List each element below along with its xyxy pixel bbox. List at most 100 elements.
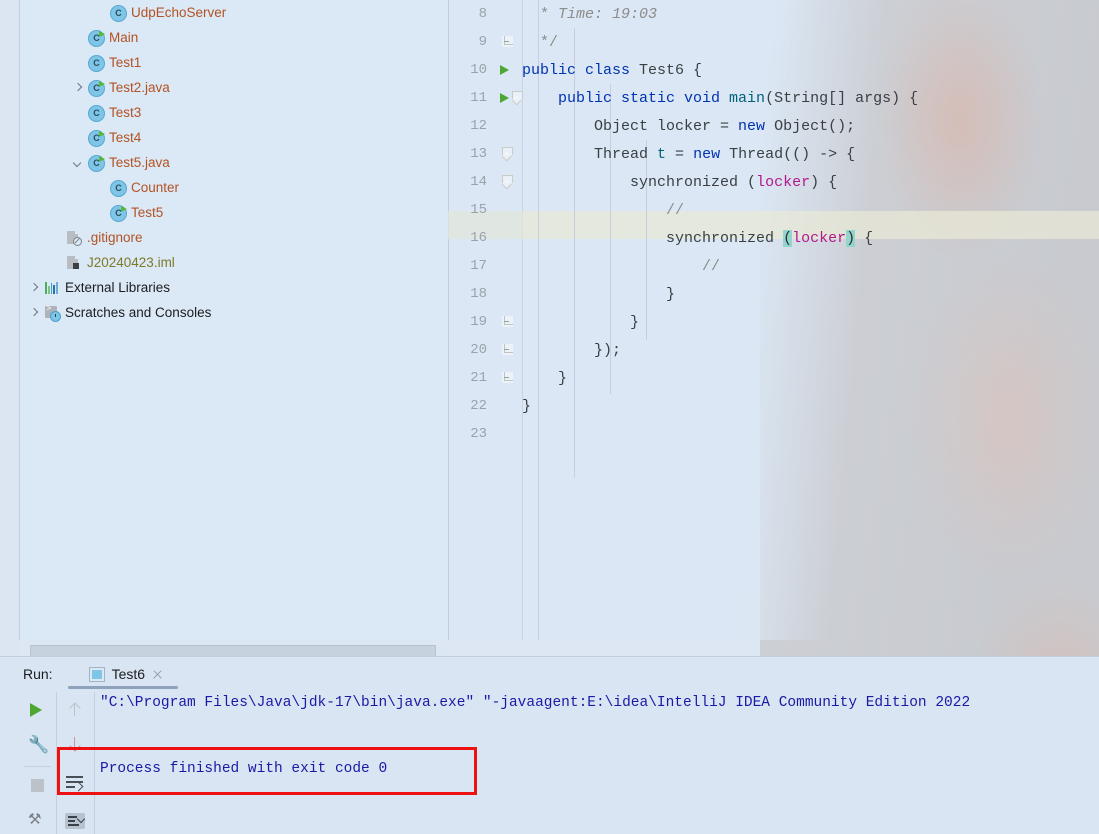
tree-item-test5[interactable]: C Test5 bbox=[19, 200, 448, 225]
line-number: 8 bbox=[478, 6, 487, 22]
tree-item-udpechoserver[interactable]: C UdpEchoServer bbox=[19, 0, 448, 25]
tree-item-label: Test2.java bbox=[109, 79, 170, 95]
next-occurrence-button[interactable] bbox=[56, 727, 93, 762]
gutter-cell[interactable] bbox=[490, 196, 522, 224]
run-panel-header: Run: Test6 bbox=[0, 659, 167, 689]
tree-item-test4[interactable]: C Test4 bbox=[19, 125, 448, 150]
fold-end-icon[interactable] bbox=[502, 36, 513, 47]
tree-item-label: Scratches and Consoles bbox=[65, 304, 212, 320]
code-line-11[interactable]: 11 public static void main(String[] args… bbox=[448, 84, 1099, 112]
code-line-19[interactable]: 19 } bbox=[448, 308, 1099, 336]
class-icon: C bbox=[109, 179, 127, 197]
run-tool-window[interactable]: Run: Test6 🔧 ⚒ "C:\Program Files\Java\jd… bbox=[0, 656, 1099, 834]
gutter-cell[interactable] bbox=[490, 280, 522, 308]
fold-collapse-icon[interactable] bbox=[512, 91, 523, 104]
code-line-9[interactable]: 9 */ bbox=[448, 28, 1099, 56]
code-line-12[interactable]: 12 Object locker = new Object(); bbox=[448, 112, 1099, 140]
code-line-21[interactable]: 21 } bbox=[448, 364, 1099, 392]
class-icon: C bbox=[87, 79, 105, 97]
line-number: 22 bbox=[470, 398, 487, 414]
tree-item-scratches-and-consoles[interactable]: Scratches and Consoles bbox=[19, 300, 448, 325]
tree-item-test5-java[interactable]: C Test5.java bbox=[19, 150, 448, 175]
class-icon: C bbox=[87, 54, 105, 72]
project-tree-panel[interactable]: C UdpEchoServer C Main C Test1 C Test2.java C Tes… bbox=[19, 0, 448, 640]
line-number: 9 bbox=[478, 34, 487, 50]
run-settings-button[interactable]: 🔧 bbox=[19, 727, 56, 762]
tree-item-label: Test5 bbox=[131, 204, 164, 220]
run-tab-test6[interactable]: Test6 bbox=[85, 663, 167, 685]
class-glyph: C bbox=[110, 5, 127, 22]
code-line-16[interactable]: 16 synchronized (locker) { bbox=[448, 224, 1099, 252]
gitignore-file-icon bbox=[65, 229, 82, 246]
run-tab-active-indicator bbox=[68, 686, 178, 689]
soft-wrap-button[interactable] bbox=[56, 765, 93, 800]
tree-item-main[interactable]: C Main bbox=[19, 25, 448, 50]
code-line-8[interactable]: 8 * Time: 19:03 bbox=[448, 0, 1099, 28]
gutter-cell[interactable] bbox=[490, 28, 522, 56]
chevron-right-icon[interactable] bbox=[27, 281, 41, 295]
iml-file-icon bbox=[65, 254, 82, 271]
gutter-cell[interactable] bbox=[490, 392, 522, 420]
code-line-18[interactable]: 18 } bbox=[448, 280, 1099, 308]
chevron-down-icon[interactable] bbox=[71, 156, 85, 170]
class-glyph: C bbox=[88, 55, 105, 72]
code-line-17[interactable]: 17 // bbox=[448, 252, 1099, 280]
code-text: // bbox=[666, 201, 685, 219]
code-line-14[interactable]: 14 synchronized (locker) { bbox=[448, 168, 1099, 196]
run-gutter-icon[interactable] bbox=[500, 93, 509, 103]
fold-collapse-icon[interactable] bbox=[502, 175, 513, 188]
tree-item-test1[interactable]: C Test1 bbox=[19, 50, 448, 75]
debug-button[interactable]: ⚒ bbox=[19, 802, 56, 834]
code-text: synchronized (locker) { bbox=[666, 229, 874, 247]
tree-item-test2-java[interactable]: C Test2.java bbox=[19, 75, 448, 100]
code-line-22[interactable]: 22} bbox=[448, 392, 1099, 420]
gutter-cell[interactable] bbox=[490, 140, 522, 168]
run-gutter-icon[interactable] bbox=[500, 65, 509, 75]
fold-end-icon[interactable] bbox=[502, 372, 513, 383]
gutter-cell[interactable] bbox=[490, 364, 522, 392]
gutter-cell[interactable] bbox=[490, 308, 522, 336]
tree-item-label: Test4 bbox=[109, 129, 142, 145]
tree-item-j20240423-iml[interactable]: J20240423.iml bbox=[19, 250, 448, 275]
gutter-cell[interactable] bbox=[490, 420, 522, 448]
code-text: Object locker = new Object(); bbox=[594, 117, 856, 135]
close-icon[interactable] bbox=[152, 669, 163, 680]
code-line-23[interactable]: 23 bbox=[448, 420, 1099, 448]
code-text: synchronized (locker) { bbox=[630, 173, 838, 191]
tree-item-external-libraries[interactable]: External Libraries bbox=[19, 275, 448, 300]
tree-item--gitignore[interactable]: .gitignore bbox=[19, 225, 448, 250]
code-line-20[interactable]: 20 }); bbox=[448, 336, 1099, 364]
gutter-cell[interactable] bbox=[490, 0, 522, 28]
gutter-cell[interactable] bbox=[490, 84, 523, 112]
code-line-10[interactable]: 10 public class Test6 { bbox=[448, 56, 1099, 84]
scroll-to-end-button[interactable] bbox=[56, 803, 93, 834]
chevron-right-icon[interactable] bbox=[71, 81, 85, 95]
fold-end-icon[interactable] bbox=[502, 344, 513, 355]
class-icon: C bbox=[87, 129, 105, 147]
fold-collapse-icon[interactable] bbox=[502, 147, 513, 160]
gutter-cell[interactable] bbox=[490, 56, 522, 84]
run-toolbar-secondary bbox=[56, 692, 94, 834]
stop-button[interactable] bbox=[19, 767, 56, 802]
gutter-cell[interactable] bbox=[490, 224, 522, 252]
gutter-cell[interactable] bbox=[490, 252, 522, 280]
code-text: } bbox=[630, 313, 640, 331]
rerun-button[interactable] bbox=[19, 692, 56, 727]
chevron-right-icon[interactable] bbox=[27, 306, 41, 320]
code-line-13[interactable]: 13 Thread t = new Thread(() -> { bbox=[448, 140, 1099, 168]
gutter-cell[interactable] bbox=[490, 112, 522, 140]
code-editor[interactable]: 8 * Time: 19:03 9 */10 public class Test6 … bbox=[448, 0, 1099, 640]
console-output[interactable]: "C:\Program Files\Java\jdk-17\bin\java.e… bbox=[96, 692, 1099, 834]
prev-occurrence-button[interactable] bbox=[56, 692, 93, 727]
tree-item-counter[interactable]: C Counter bbox=[19, 175, 448, 200]
gutter-cell[interactable] bbox=[490, 336, 522, 364]
tree-item-label: Counter bbox=[131, 179, 180, 195]
gutter-cell[interactable] bbox=[490, 168, 522, 196]
line-number: 15 bbox=[470, 202, 487, 218]
tree-item-test3[interactable]: C Test3 bbox=[19, 100, 448, 125]
code-line-15[interactable]: 15 // bbox=[448, 196, 1099, 224]
fold-end-icon[interactable] bbox=[502, 316, 513, 327]
